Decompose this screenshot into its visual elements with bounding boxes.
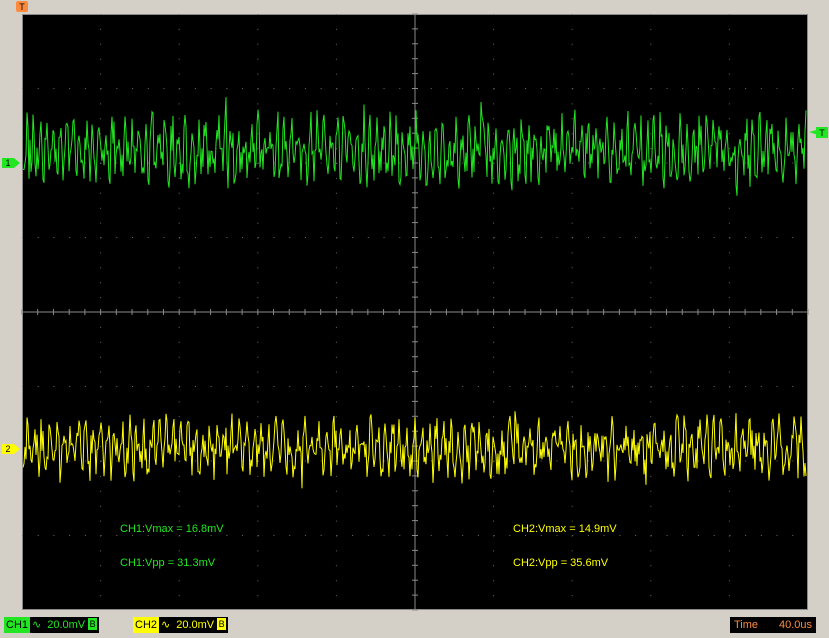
- ch1-vmax-readout: CH1:Vmax = 16.8mV: [120, 523, 224, 535]
- ac-coupling-icon: ∿: [161, 619, 171, 631]
- trigger-position-label: T: [19, 2, 25, 12]
- ch1-settings[interactable]: CH1 ∿ 20.0mV B: [4, 617, 100, 633]
- bandwidth-limit-icon: B: [217, 618, 227, 630]
- trigger-position-marker[interactable]: T: [16, 1, 28, 12]
- time-per-div: 40.0us: [778, 619, 812, 631]
- ch1-label: CH1: [4, 617, 31, 633]
- oscilloscope-display: T T 1 2: [2, 1, 828, 611]
- ch2-marker-label: 2: [5, 444, 10, 454]
- ch2-label: CH2: [133, 617, 160, 633]
- ch1-ground-marker[interactable]: 1: [2, 158, 20, 168]
- ch1-vpp-readout: CH1:Vpp = 31.3mV: [120, 557, 216, 569]
- bandwidth-limit-icon: B: [88, 618, 98, 630]
- ch2-ground-marker[interactable]: 2: [2, 444, 20, 454]
- ch2-vpp-readout: CH2:Vpp = 35.6mV: [513, 557, 609, 569]
- trigger-level-marker[interactable]: T: [809, 127, 828, 138]
- status-bar: CH1 ∿ 20.0mV B CH2 ∿ 20.0mV B Time 40.0us: [0, 612, 829, 638]
- trigger-level-label: T: [819, 128, 825, 138]
- ch2-volts-per-div: 20.0mV: [176, 619, 215, 631]
- ch2-vmax-readout: CH2:Vmax = 14.9mV: [513, 523, 617, 535]
- time-label: Time: [734, 619, 759, 631]
- ch1-marker-label: 1: [5, 158, 10, 168]
- ac-coupling-icon: ∿: [32, 619, 42, 631]
- timebase-settings[interactable]: Time 40.0us: [730, 617, 816, 633]
- ch2-settings[interactable]: CH2 ∿ 20.0mV B: [133, 617, 229, 633]
- ch1-volts-per-div: 20.0mV: [47, 619, 86, 631]
